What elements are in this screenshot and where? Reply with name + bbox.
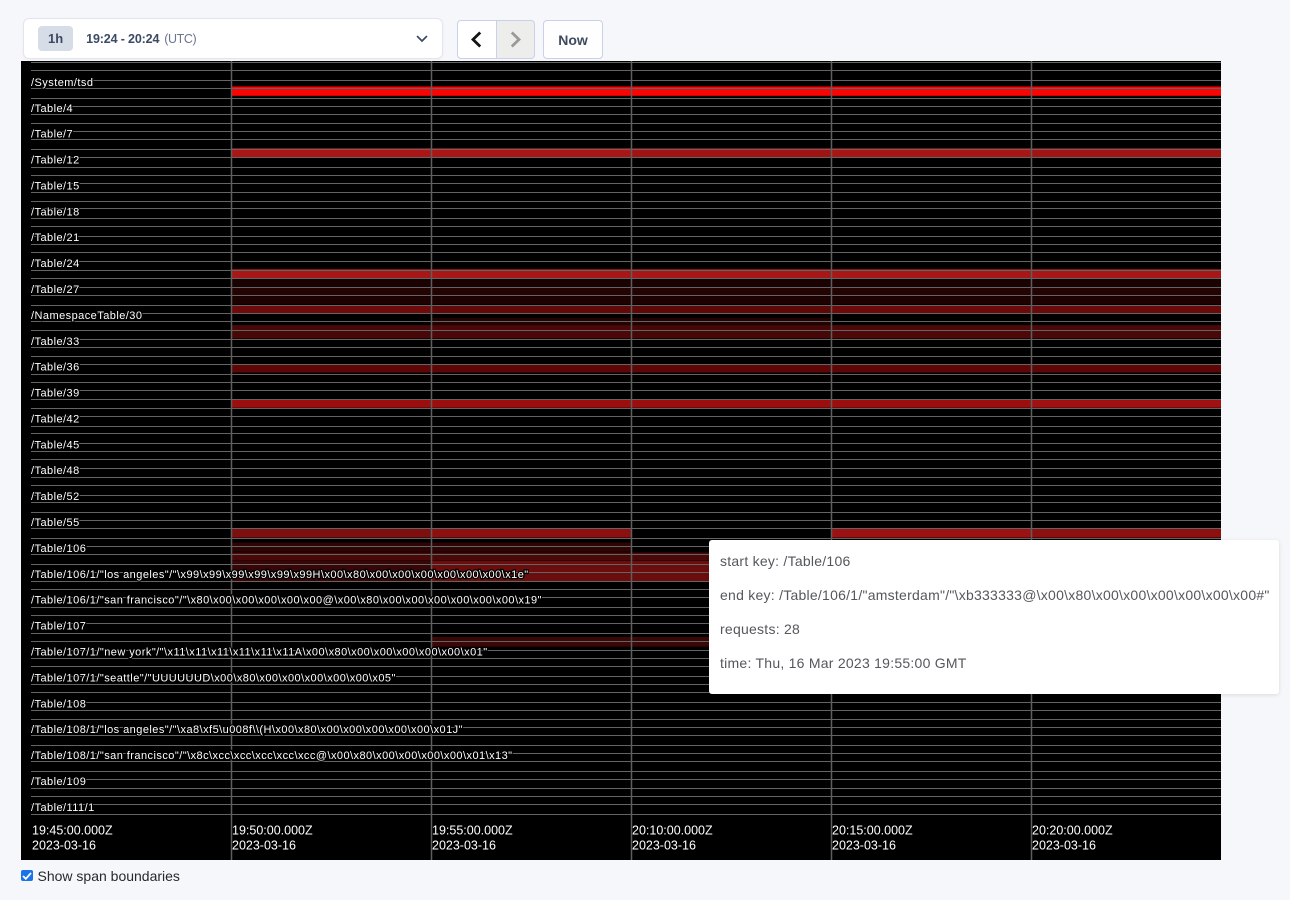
svg-text:19:45:00.000Z: 19:45:00.000Z (32, 824, 113, 838)
svg-text:/Table/107: /Table/107 (31, 621, 86, 633)
svg-text:/Table/33: /Table/33 (31, 336, 80, 348)
svg-text:2023-03-16: 2023-03-16 (32, 839, 96, 853)
svg-text:/Table/24: /Table/24 (31, 258, 80, 270)
svg-text:/Table/42: /Table/42 (31, 414, 80, 426)
svg-text:/Table/21: /Table/21 (31, 232, 80, 244)
svg-text:20:15:00.000Z: 20:15:00.000Z (832, 824, 913, 838)
svg-text:2023-03-16: 2023-03-16 (432, 839, 496, 853)
svg-text:/Table/107/1/"new york"/"\x11\: /Table/107/1/"new york"/"\x11\x11\x11\x1… (31, 647, 488, 659)
svg-text:/Table/12: /Table/12 (31, 155, 80, 167)
svg-text:/Table/108/1/"san francisco"/": /Table/108/1/"san francisco"/"\x8c\xcc\x… (31, 750, 513, 762)
svg-text:/Table/108: /Table/108 (31, 698, 86, 710)
svg-text:/Table/106/1/"los angeles"/"\x: /Table/106/1/"los angeles"/"\x99\x99\x99… (31, 569, 529, 581)
svg-text:/Table/106: /Table/106 (31, 543, 86, 555)
svg-text:/System/tsd: /System/tsd (31, 77, 93, 89)
svg-text:/Table/36: /Table/36 (31, 362, 80, 374)
svg-text:/Table/45: /Table/45 (31, 439, 80, 451)
svg-text:/Table/52: /Table/52 (31, 491, 80, 503)
svg-text:/Table/111/1: /Table/111/1 (31, 802, 95, 814)
svg-text:20:20:00.000Z: 20:20:00.000Z (1032, 824, 1113, 838)
svg-text:/Table/27: /Table/27 (31, 284, 80, 296)
svg-text:/Table/4: /Table/4 (31, 103, 73, 115)
svg-text:/Table/48: /Table/48 (31, 465, 80, 477)
svg-text:/Table/39: /Table/39 (31, 388, 80, 400)
svg-text:2023-03-16: 2023-03-16 (632, 839, 696, 853)
svg-text:/Table/106/1/"san francisco"/": /Table/106/1/"san francisco"/"\x80\x00\x… (31, 595, 542, 607)
svg-text:/Table/109: /Table/109 (31, 776, 86, 788)
svg-text:/Table/55: /Table/55 (31, 517, 80, 529)
svg-text:19:50:00.000Z: 19:50:00.000Z (232, 824, 313, 838)
svg-text:2023-03-16: 2023-03-16 (1032, 839, 1096, 853)
svg-text:/Table/18: /Table/18 (31, 206, 80, 218)
svg-text:20:10:00.000Z: 20:10:00.000Z (632, 824, 713, 838)
svg-text:2023-03-16: 2023-03-16 (232, 839, 296, 853)
svg-text:/Table/107/1/"seattle"/"UUUUUU: /Table/107/1/"seattle"/"UUUUUUD\x00\x80\… (31, 672, 396, 684)
svg-text:/Table/108/1/"los angeles"/"\x: /Table/108/1/"los angeles"/"\xa8\xf5\u00… (31, 724, 463, 736)
svg-text:/Table/7: /Table/7 (31, 129, 73, 141)
svg-text:/NamespaceTable/30: /NamespaceTable/30 (31, 310, 142, 322)
svg-text:/Table/15: /Table/15 (31, 181, 80, 193)
svg-text:19:55:00.000Z: 19:55:00.000Z (432, 824, 513, 838)
svg-text:2023-03-16: 2023-03-16 (832, 839, 896, 853)
